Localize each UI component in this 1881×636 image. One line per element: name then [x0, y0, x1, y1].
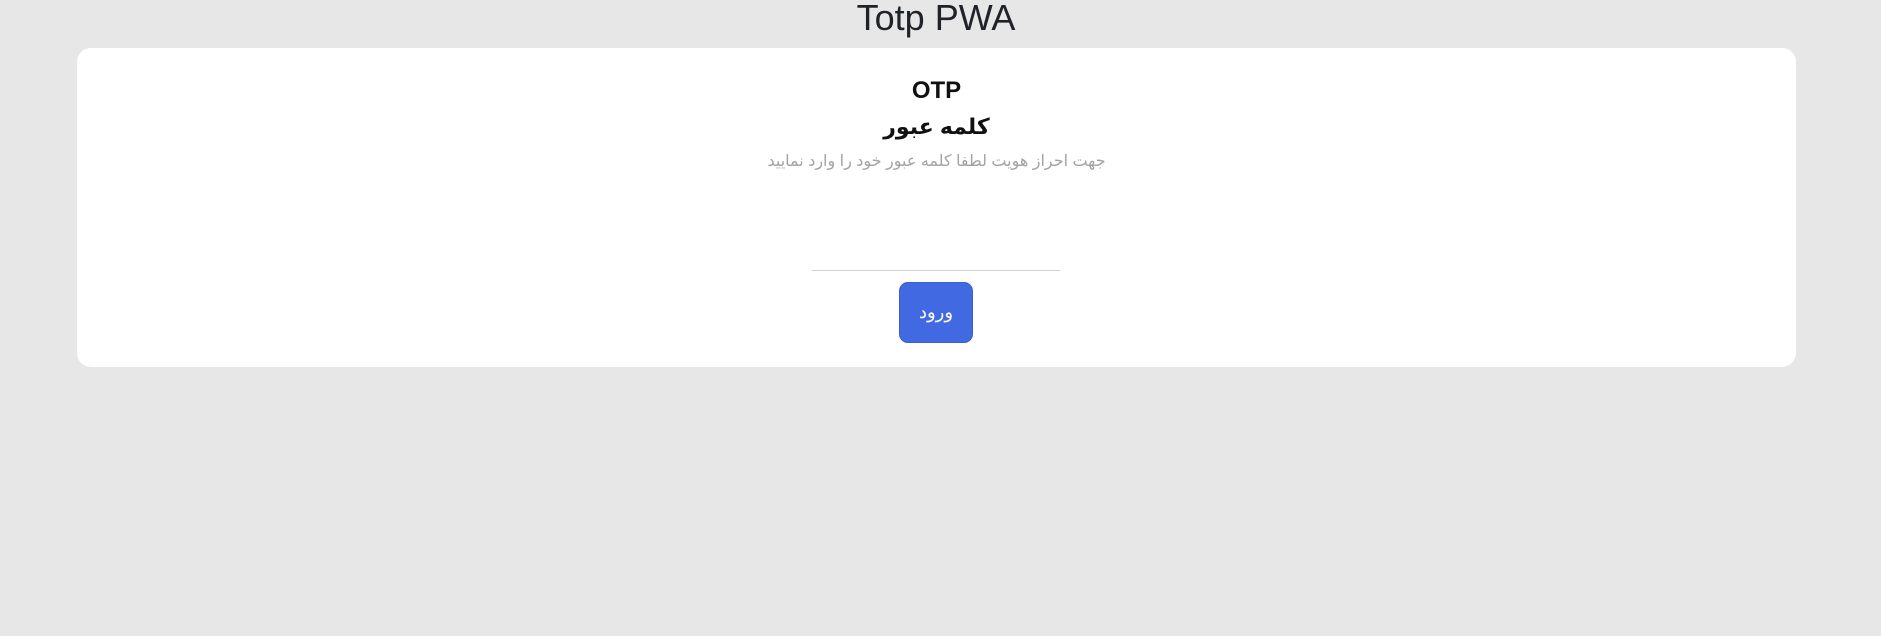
login-card: OTP کلمه عبور جهت احراز هویت لطفا کلمه ع…	[77, 48, 1796, 367]
page: Totp PWA OTP کلمه عبور جهت احراز هویت لط…	[0, 0, 1881, 636]
otp-title: OTP	[911, 77, 962, 104]
login-button[interactable]: ورود	[899, 282, 973, 343]
app-title: Totp PWA	[856, 0, 1016, 38]
password-input[interactable]	[812, 248, 1060, 271]
password-title: کلمه عبور	[883, 114, 990, 139]
password-hint: جهت احراز هویت لطفا کلمه عبور خود را وار…	[767, 153, 1106, 170]
